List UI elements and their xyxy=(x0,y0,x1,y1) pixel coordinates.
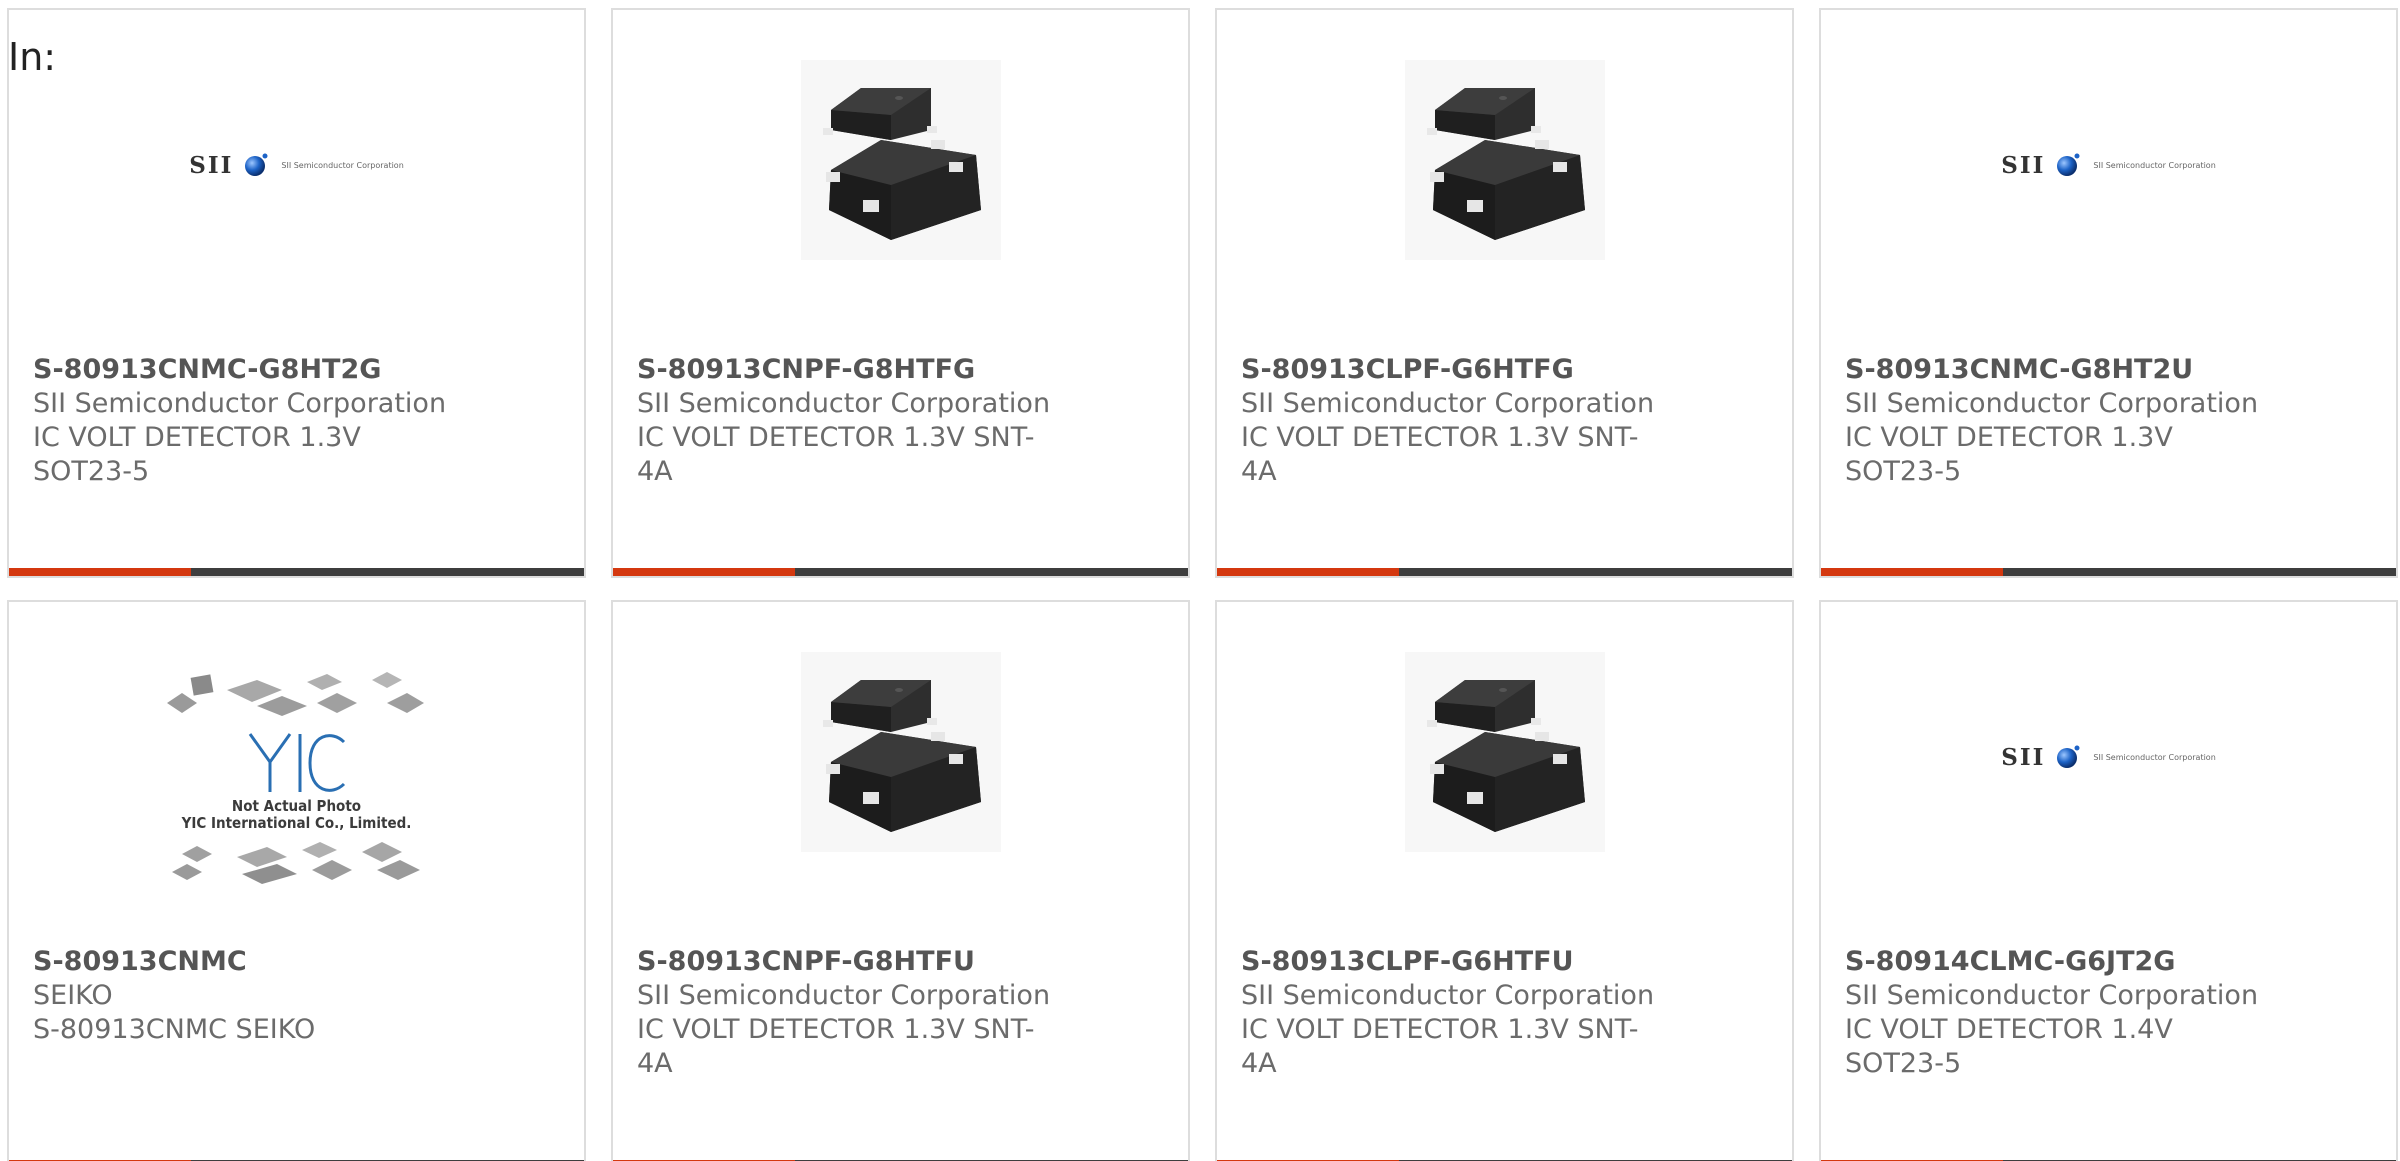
product-image[interactable] xyxy=(613,652,1188,917)
description: IC VOLT DETECTOR 1.3V SNT-4A xyxy=(637,422,1035,487)
sii-globe-icon xyxy=(245,153,268,176)
accent-bar-orange xyxy=(9,568,191,576)
accent-bar-dark xyxy=(2003,568,2396,576)
product-card[interactable]: S-80913CNPF-G8HTFG SII Semiconductor Cor… xyxy=(611,8,1190,578)
product-image[interactable]: SII SII Semiconductor Corporation xyxy=(1821,65,2396,325)
product-info: S-80913CNMC SEIKO S-80913CNMC SEIKO xyxy=(33,945,560,1047)
part-number[interactable]: S-80913CNPF-G8HTFU xyxy=(637,945,1164,979)
description: IC VOLT DETECTOR 1.3V SOT23-5 xyxy=(33,422,361,487)
product-card[interactable]: S-80913CLPF-G6HTFG SII Semiconductor Cor… xyxy=(1215,8,1794,578)
snt-4a-package-photo xyxy=(800,652,1001,852)
snt-4a-package-photo xyxy=(1404,652,1605,852)
yic-logo-icon xyxy=(248,732,345,792)
product-card[interactable]: SII SII Semiconductor Corporation S-8091… xyxy=(7,8,586,578)
manufacturer: SEIKO xyxy=(33,980,113,1011)
part-number[interactable]: S-80913CLPF-G6HTFU xyxy=(1241,945,1768,979)
product-info: S-80913CNPF-G8HTFG SII Semiconductor Cor… xyxy=(637,353,1164,489)
sii-logo: SII SII Semiconductor Corporation xyxy=(189,152,404,179)
description: IC VOLT DETECTOR 1.3V SOT23-5 xyxy=(1845,422,2173,487)
description: S-80913CNMC SEIKO xyxy=(33,1014,316,1045)
description: IC VOLT DETECTOR 1.3V SNT-4A xyxy=(1241,422,1639,487)
sii-logo-subtext: SII Semiconductor Corporation xyxy=(2093,160,2216,170)
product-image[interactable] xyxy=(1217,60,1792,325)
part-number[interactable]: S-80913CNMC-G8HT2G xyxy=(33,353,560,387)
sii-globe-icon xyxy=(2057,745,2080,768)
description: IC VOLT DETECTOR 1.3V SNT-4A xyxy=(1241,1014,1639,1079)
card-accent-bar xyxy=(1821,568,2396,576)
placeholder-company: YIC International Co., Limited. xyxy=(181,813,412,832)
part-number[interactable]: S-80913CNMC xyxy=(33,945,560,979)
card-accent-bar xyxy=(1217,568,1792,576)
manufacturer: SII Semiconductor Corporation xyxy=(1845,388,2259,419)
sii-logo: SII SII Semiconductor Corporation xyxy=(2001,744,2216,771)
sii-logo-text: SII xyxy=(2001,151,2046,179)
part-number[interactable]: S-80913CNPF-G8HTFG xyxy=(637,353,1164,387)
product-image[interactable] xyxy=(613,60,1188,325)
part-number[interactable]: S-80913CNMC-G8HT2U xyxy=(1845,353,2372,387)
card-accent-bar xyxy=(613,568,1188,576)
chip-packages-top-icon xyxy=(166,671,424,716)
manufacturer: SII Semiconductor Corporation xyxy=(1241,980,1655,1011)
product-image[interactable]: SII SII Semiconductor Corporation xyxy=(9,65,584,325)
sii-logo-text: SII xyxy=(189,151,234,179)
product-info: S-80913CNMC-G8HT2U SII Semiconductor Cor… xyxy=(1845,353,2372,489)
part-number[interactable]: S-80914CLMC-G6JT2G xyxy=(1845,945,2372,979)
product-card[interactable]: S-80913CNPF-G8HTFU SII Semiconductor Cor… xyxy=(611,600,1190,1161)
sii-logo-subtext: SII Semiconductor Corporation xyxy=(2093,752,2216,762)
snt-4a-package-photo xyxy=(1404,60,1605,260)
accent-bar-orange xyxy=(1821,568,2003,576)
product-results-page: In: SII SII Semiconductor Corporation S-… xyxy=(0,0,2400,1161)
sii-logo-text: SII xyxy=(2001,743,2046,771)
product-info: S-80913CNMC-G8HT2G SII Semiconductor Cor… xyxy=(33,353,560,489)
manufacturer: SII Semiconductor Corporation xyxy=(1845,980,2259,1011)
manufacturer: SII Semiconductor Corporation xyxy=(637,388,1051,419)
product-info: S-80913CLPF-G6HTFG SII Semiconductor Cor… xyxy=(1241,353,1768,489)
card-accent-bar xyxy=(9,568,584,576)
product-image[interactable]: Not Actual Photo YIC International Co., … xyxy=(9,657,584,917)
accent-bar-dark xyxy=(795,568,1188,576)
accent-bar-orange xyxy=(1217,568,1399,576)
product-info: S-80914CLMC-G6JT2G SII Semiconductor Cor… xyxy=(1845,945,2372,1081)
product-image[interactable] xyxy=(1217,652,1792,917)
sii-logo: SII SII Semiconductor Corporation xyxy=(2001,152,2216,179)
placeholder-note: Not Actual Photo xyxy=(231,796,362,815)
product-card[interactable]: SII SII Semiconductor Corporation S-8091… xyxy=(1819,600,2398,1161)
description: IC VOLT DETECTOR 1.4V SOT23-5 xyxy=(1845,1014,2173,1079)
sii-globe-icon xyxy=(2057,153,2080,176)
product-card[interactable]: Not Actual Photo YIC International Co., … xyxy=(7,600,586,1161)
product-info: S-80913CLPF-G6HTFU SII Semiconductor Cor… xyxy=(1241,945,1768,1081)
description: IC VOLT DETECTOR 1.3V SNT-4A xyxy=(637,1014,1035,1079)
product-image[interactable]: SII SII Semiconductor Corporation xyxy=(1821,657,2396,917)
sii-logo-subtext: SII Semiconductor Corporation xyxy=(281,160,404,170)
accent-bar-orange xyxy=(613,568,795,576)
accent-bar-dark xyxy=(1399,568,1792,576)
product-card[interactable]: SII SII Semiconductor Corporation S-8091… xyxy=(1819,8,2398,578)
yic-placeholder-image: Not Actual Photo YIC International Co., … xyxy=(162,668,432,887)
manufacturer: SII Semiconductor Corporation xyxy=(33,388,447,419)
part-number[interactable]: S-80913CLPF-G6HTFG xyxy=(1241,353,1768,387)
product-grid: SII SII Semiconductor Corporation S-8091… xyxy=(7,8,2398,1161)
product-info: S-80913CNPF-G8HTFU SII Semiconductor Cor… xyxy=(637,945,1164,1081)
manufacturer: SII Semiconductor Corporation xyxy=(637,980,1051,1011)
chip-packages-bottom-icon xyxy=(171,841,420,884)
manufacturer: SII Semiconductor Corporation xyxy=(1241,388,1655,419)
accent-bar-dark xyxy=(191,568,584,576)
product-card[interactable]: S-80913CLPF-G6HTFU SII Semiconductor Cor… xyxy=(1215,600,1794,1161)
in-label: In: xyxy=(8,35,57,79)
snt-4a-package-photo xyxy=(800,60,1001,260)
